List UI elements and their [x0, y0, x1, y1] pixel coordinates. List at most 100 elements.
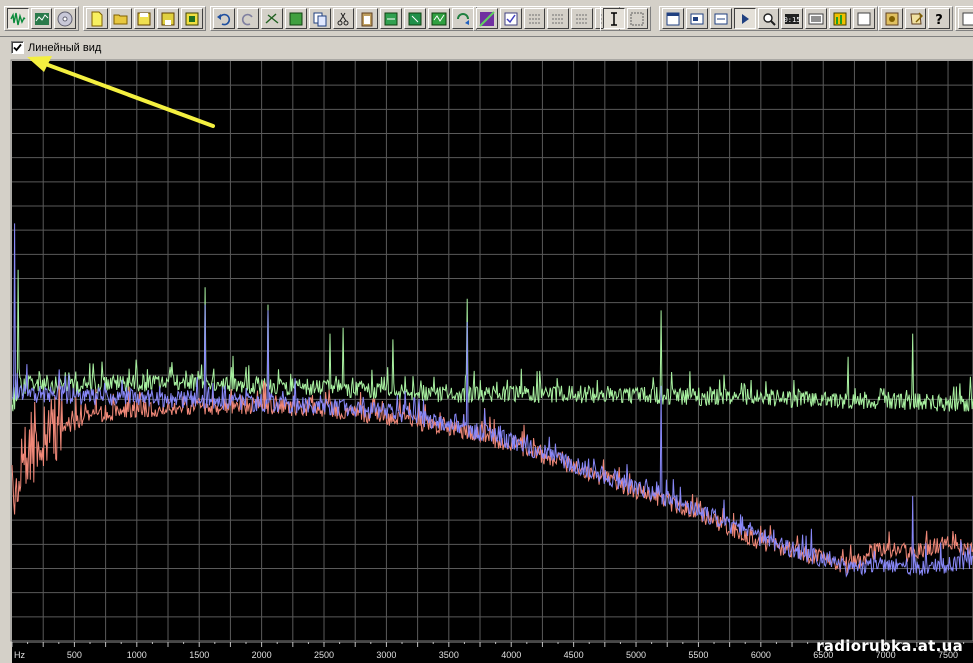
x-tick-label: 1500 [189, 650, 209, 660]
spectrum-chart[interactable]: Hz 500 1000 1500 2000 2500 3000 3500 4000 4500 500… [0, 59, 973, 663]
trim-button[interactable] [404, 8, 427, 29]
linear-view-label: Линейный вид [28, 42, 102, 54]
zoom-button[interactable] [757, 8, 780, 29]
zoom-fit-button[interactable] [428, 8, 451, 29]
x-tick-label: 6000 [751, 650, 771, 660]
play-icon [741, 13, 749, 24]
transport-button[interactable] [685, 8, 708, 29]
x-axis-unit-label: Hz [14, 650, 25, 660]
grid2-icon [552, 14, 565, 23]
paste-icon [361, 12, 373, 26]
copy-icon [313, 12, 327, 26]
spectral-view-icon [34, 12, 49, 25]
mix-paste-icon [384, 12, 398, 25]
linear-view-checkbox[interactable] [11, 41, 24, 54]
play-button[interactable] [733, 8, 756, 29]
toolbar-group-1 [4, 6, 79, 31]
grid2-button[interactable] [547, 8, 570, 29]
save-as-button[interactable] [157, 8, 180, 29]
settings-icon [885, 12, 899, 25]
toolbar: 0:15? [0, 0, 973, 37]
checkmark-icon [13, 43, 22, 52]
grid1-icon [528, 14, 541, 23]
x-tick-label: 4000 [501, 650, 521, 660]
check-edit-button[interactable] [499, 8, 522, 29]
new-file-button[interactable] [86, 8, 108, 29]
save-button[interactable] [133, 8, 156, 29]
cursor-ibeam-icon [610, 11, 617, 26]
svg-text:0:15: 0:15 [784, 16, 800, 24]
toolbar-group-3 [210, 6, 477, 31]
cut-button[interactable] [332, 8, 355, 29]
x-tick-label: 5000 [626, 650, 646, 660]
x-tick-label: 4500 [564, 650, 584, 660]
window-icon [666, 12, 680, 25]
save-as-icon [161, 12, 175, 25]
spectrum-plot[interactable]: Hz 500 1000 1500 2000 2500 3000 3500 4000 4500 500… [0, 59, 973, 663]
option-bar: Линейный вид [0, 37, 973, 59]
x-tick-label: 2000 [252, 650, 272, 660]
status-button[interactable] [709, 8, 732, 29]
toolbar-group-6: 0:15 [659, 6, 878, 31]
check-edit-icon [504, 12, 518, 25]
cd-icon [57, 11, 73, 26]
script-icon [909, 12, 923, 24]
grid3-button[interactable] [571, 8, 594, 29]
redo-icon [241, 13, 253, 25]
x-tick-label: 1000 [127, 650, 147, 660]
cursor-ibeam-button[interactable] [603, 8, 625, 29]
toolbar-group-2 [83, 6, 206, 31]
draw-envelope-button[interactable] [476, 8, 498, 29]
panel-icon [857, 12, 871, 25]
x-tick-label: 3000 [376, 650, 396, 660]
x-tick-label: 3500 [439, 650, 459, 660]
select-icon [289, 12, 303, 25]
transport-icon [690, 13, 704, 24]
spectral-view-button[interactable] [30, 8, 53, 29]
zoom-fit-icon [431, 12, 447, 25]
paste-button[interactable] [356, 8, 379, 29]
waveform-view-button[interactable] [7, 8, 29, 29]
loop-icon [457, 12, 470, 25]
cut-icon [337, 12, 349, 25]
undo-icon [216, 13, 231, 25]
undo-button[interactable] [213, 8, 235, 29]
time-display-button[interactable]: 0:15 [781, 8, 804, 29]
select-button[interactable] [284, 8, 307, 29]
cd-button[interactable] [54, 8, 77, 29]
grid1-button[interactable] [523, 8, 546, 29]
equalizer-button[interactable] [829, 8, 852, 29]
equalizer-icon [833, 12, 847, 25]
loop-button[interactable] [452, 8, 474, 29]
help-icon: ? [935, 13, 943, 27]
toolbar-group-5 [600, 6, 651, 31]
waveform-view-icon [10, 12, 26, 25]
film-button[interactable] [181, 8, 203, 29]
x-tick-label: 5500 [688, 650, 708, 660]
panel-button[interactable] [853, 8, 876, 29]
draw-envelope-icon [479, 10, 495, 27]
svg-text:?: ? [935, 13, 943, 27]
level-meter-button[interactable] [805, 8, 828, 29]
mix-paste-button[interactable] [380, 8, 403, 29]
x-tick-label: 2500 [314, 650, 334, 660]
extra-icon [962, 12, 973, 25]
film-icon [185, 12, 199, 25]
x-tick-label: 500 [67, 650, 82, 660]
script-button[interactable] [904, 8, 927, 29]
trim-icon [408, 12, 422, 25]
marquee-icon [630, 12, 644, 25]
open-folder-button[interactable] [109, 8, 132, 29]
redo-button[interactable] [236, 8, 259, 29]
copy-button[interactable] [308, 8, 331, 29]
grid3-icon [576, 14, 589, 23]
cut-scissors-icon [265, 12, 279, 24]
toolbar-group-7: ? [878, 6, 953, 31]
cut-scissors-button[interactable] [260, 8, 283, 29]
settings-button[interactable] [881, 8, 903, 29]
extra-button[interactable] [958, 8, 973, 29]
window-button[interactable] [662, 8, 684, 29]
toolbar-group-4 [473, 6, 620, 31]
help-button[interactable]: ? [928, 8, 951, 29]
marquee-button[interactable] [626, 8, 648, 29]
